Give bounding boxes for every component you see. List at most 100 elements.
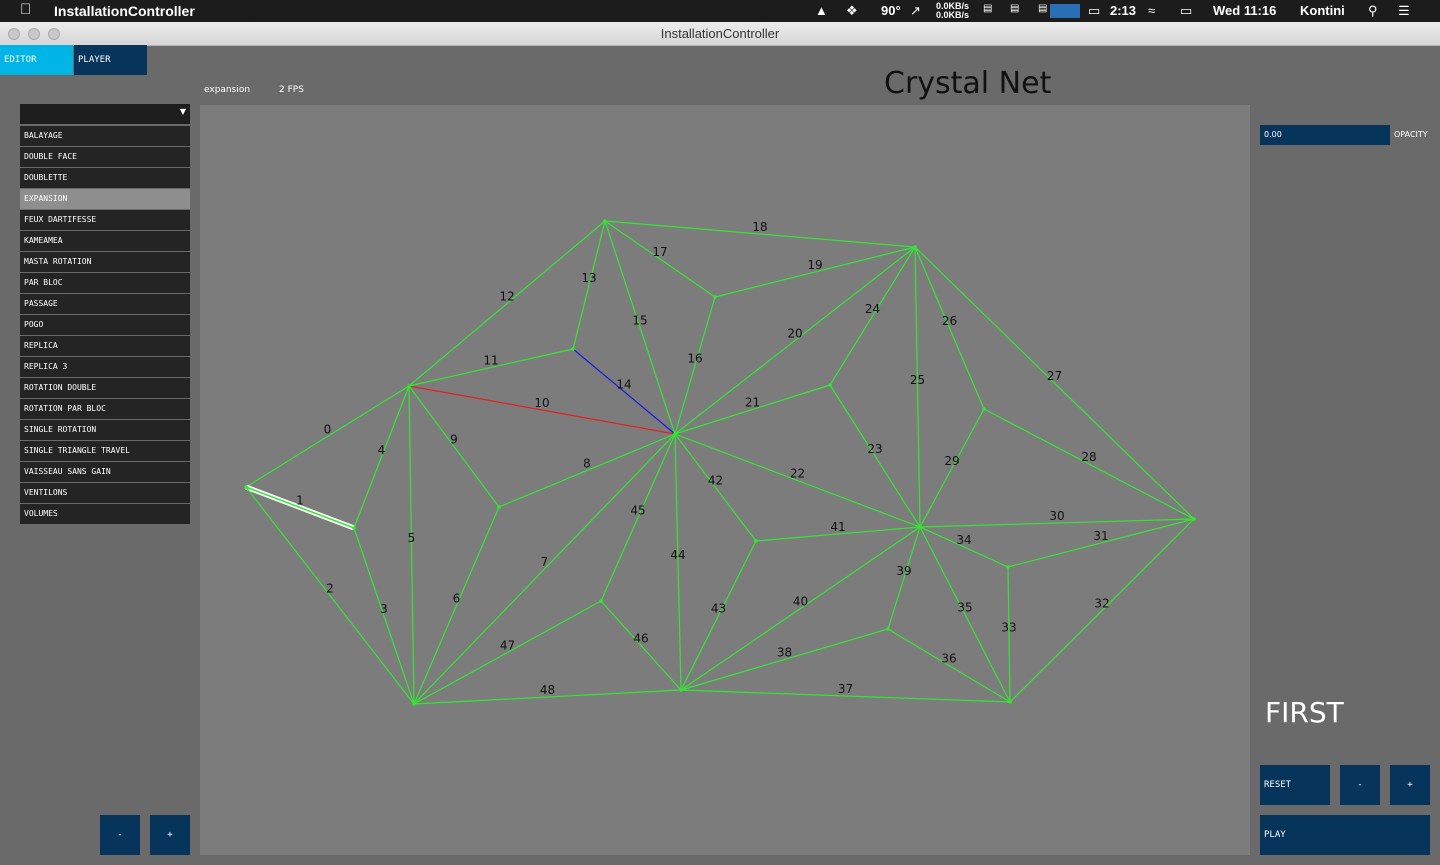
temperature-readout[interactable]: 90° [881, 3, 901, 18]
net-vertex[interactable] [886, 627, 890, 631]
preset-item[interactable]: VENTILONS [20, 483, 190, 503]
preset-item[interactable]: DOUBLETTE [20, 168, 190, 188]
disk-icon[interactable]: ▤ [1010, 3, 1019, 14]
net-edge-5[interactable] [408, 385, 415, 705]
net-down-readout[interactable]: 0.0KB/s [936, 11, 969, 20]
net-canvas[interactable]: 0 1 2 3 4 5 6 7 8 9 10 11 12 13 14 15 16 17 18 19 20 21 22 23 24… [200, 105, 1250, 855]
decrement-button[interactable]: - [1340, 765, 1380, 805]
net-vertex[interactable] [828, 383, 832, 387]
preset-item[interactable]: VOLUMES [20, 504, 190, 524]
net-edge-46[interactable] [600, 600, 682, 691]
net-edge-6[interactable] [413, 506, 500, 705]
net-edge-44[interactable] [674, 433, 682, 691]
net-vertex[interactable] [754, 539, 758, 543]
net-edge-13[interactable] [572, 220, 606, 350]
net-vertex[interactable] [1008, 700, 1012, 704]
net-vertex[interactable] [352, 526, 356, 530]
preset-item[interactable]: DOUBLE FACE [20, 147, 190, 167]
battery-icon[interactable]: ▭ [1180, 3, 1192, 19]
preset-item[interactable]: EXPANSION [20, 189, 190, 209]
net-edge-23[interactable] [829, 384, 921, 528]
net-vertex[interactable] [913, 245, 917, 249]
net-vertex[interactable] [599, 599, 603, 603]
preset-item[interactable]: POGO [20, 315, 190, 335]
net-edge-9[interactable] [408, 385, 500, 508]
dropbox-icon[interactable]: ❖ [846, 3, 858, 19]
net-edge-21[interactable] [674, 384, 831, 435]
net-vertex[interactable] [1192, 517, 1196, 521]
adobe-icon[interactable]: ▲ [815, 3, 828, 18]
net-vertex[interactable] [407, 384, 411, 388]
net-vertex[interactable] [1006, 565, 1010, 569]
net-vertex[interactable] [982, 407, 986, 411]
net-edge-24[interactable] [829, 246, 916, 386]
net-edge-20[interactable] [674, 246, 916, 435]
wifi-icon[interactable]: ≈ [1148, 3, 1155, 18]
increment-button[interactable]: + [1390, 765, 1430, 805]
net-edge-32[interactable] [1009, 518, 1195, 703]
net-vertex[interactable] [918, 525, 922, 529]
preset-item[interactable]: ROTATION PAR BLOC [20, 399, 190, 419]
spotlight-search-icon[interactable]: ⚲ [1368, 3, 1378, 19]
net-edge-45[interactable] [600, 433, 676, 602]
crystal-net-graph[interactable]: 0123456789101112131415161718192021222324… [200, 105, 1250, 855]
net-edge-28[interactable] [983, 408, 1195, 520]
left-increment-button[interactable]: + [150, 815, 190, 855]
net-vertex[interactable] [497, 505, 501, 509]
net-edge-12[interactable] [408, 220, 606, 387]
preset-item[interactable]: REPLICA 3 [20, 357, 190, 377]
apple-icon[interactable]:  [20, 1, 31, 18]
play-button[interactable]: PLAY [1260, 815, 1430, 855]
user-name[interactable]: Kontini [1300, 3, 1345, 18]
preset-item[interactable]: VAISSEAU SANS GAIN [20, 462, 190, 482]
net-edge-3[interactable] [353, 527, 415, 705]
net-edge-47[interactable] [413, 600, 602, 705]
preset-item[interactable]: PASSAGE [20, 294, 190, 314]
preset-item[interactable]: BALAYAGE [20, 126, 190, 146]
preset-item[interactable]: PAR BLOC [20, 273, 190, 293]
net-edge-0[interactable] [245, 385, 410, 488]
reset-button[interactable]: RESET [1260, 765, 1330, 805]
net-edge-10[interactable] [408, 385, 676, 435]
clock[interactable]: Wed 11:16 [1213, 3, 1276, 18]
battery-time[interactable]: 2:13 [1110, 3, 1136, 18]
preset-dropdown[interactable]: ▼ [20, 104, 190, 124]
battery-small-icon[interactable]: ▭ [1088, 3, 1100, 19]
net-vertex[interactable] [679, 688, 683, 692]
left-decrement-button[interactable]: - [100, 815, 140, 855]
net-vertex[interactable] [571, 347, 575, 351]
net-edge-29[interactable] [919, 408, 985, 528]
net-vertex[interactable] [412, 702, 416, 706]
net-edge-39[interactable] [887, 526, 921, 630]
net-edge-14[interactable] [572, 348, 676, 435]
net-edge-43[interactable] [680, 540, 757, 691]
tab-editor[interactable]: EDITOR [0, 45, 73, 75]
net-edge-19[interactable] [714, 246, 916, 298]
preset-item[interactable]: FEUX DARTIFESSE [20, 210, 190, 230]
tab-player[interactable]: PLAYER [74, 45, 147, 75]
net-edge-4[interactable] [353, 385, 410, 529]
opacity-input[interactable]: 0.00 [1260, 125, 1390, 145]
cpu-icon[interactable]: ▤ [1038, 3, 1047, 14]
net-edge-17[interactable] [604, 220, 716, 298]
net-edge-7[interactable] [413, 433, 676, 705]
net-edge-26[interactable] [914, 246, 985, 410]
preset-item[interactable]: REPLICA [20, 336, 190, 356]
notification-center-icon[interactable]: ☰ [1398, 3, 1410, 19]
net-vertex[interactable] [603, 219, 607, 223]
preset-item[interactable]: SINGLE TRIANGLE TRAVEL [20, 441, 190, 461]
net-vertex[interactable] [713, 295, 717, 299]
net-edge-42[interactable] [674, 433, 757, 542]
net-edge-25[interactable] [914, 246, 921, 528]
net-edge-31[interactable] [1007, 518, 1195, 568]
net-vertex[interactable] [244, 485, 248, 489]
preset-item[interactable]: KAMEAMEA [20, 231, 190, 251]
preset-item[interactable]: ROTATION DOUBLE [20, 378, 190, 398]
app-menu-name[interactable]: InstallationController [54, 3, 195, 19]
net-edge-33[interactable] [1007, 566, 1011, 703]
cpu-graph[interactable] [1050, 4, 1080, 18]
net-edge-16[interactable] [674, 296, 716, 435]
net-edge-38[interactable] [680, 628, 889, 691]
preset-item[interactable]: MASTA ROTATION [20, 252, 190, 272]
memory-icon[interactable]: ▤ [983, 3, 992, 14]
